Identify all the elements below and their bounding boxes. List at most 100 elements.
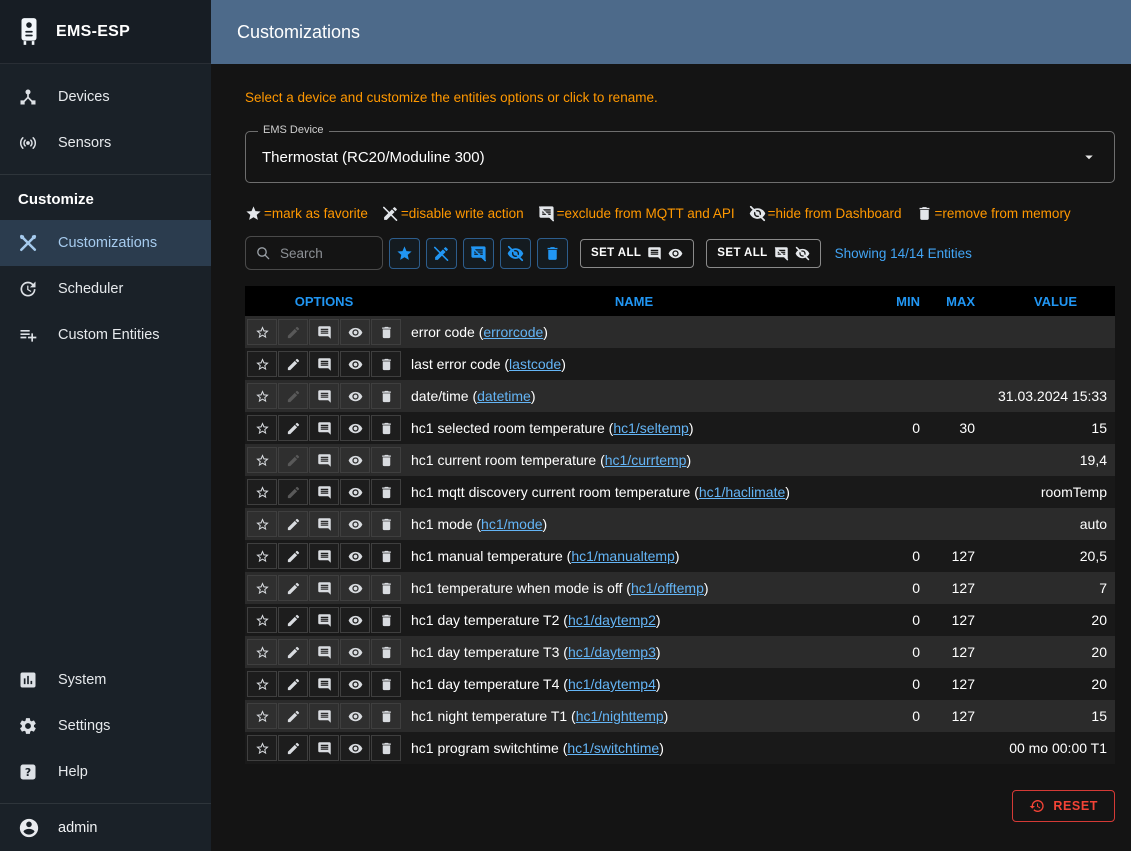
mqtt-exclude-button[interactable]	[309, 607, 339, 633]
entity-shortname-link[interactable]: hc1/switchtime	[567, 740, 659, 756]
filter-exclude-mqtt-button[interactable]	[463, 238, 494, 269]
mqtt-exclude-button[interactable]	[309, 319, 339, 345]
entity-shortname-link[interactable]: hc1/daytemp2	[568, 612, 656, 628]
favorite-button[interactable]	[247, 415, 277, 441]
entity-name[interactable]: date/time (datetime)	[403, 388, 865, 404]
entity-name[interactable]: hc1 day temperature T4 (hc1/daytemp4)	[403, 676, 865, 692]
entity-shortname-link[interactable]: hc1/currtemp	[605, 452, 687, 468]
edit-icon-button[interactable]	[278, 671, 308, 697]
mqtt-exclude-button[interactable]	[309, 383, 339, 409]
delete-button[interactable]	[371, 415, 401, 441]
visibility-button[interactable]	[340, 479, 370, 505]
sidebar-item-scheduler[interactable]: Scheduler	[0, 266, 211, 312]
visibility-button[interactable]	[340, 383, 370, 409]
sidebar-item-help[interactable]: Help	[0, 749, 211, 795]
mqtt-exclude-button[interactable]	[309, 639, 339, 665]
entity-shortname-link[interactable]: hc1/mode	[481, 516, 542, 532]
filter-remove-memory-button[interactable]	[537, 238, 568, 269]
mqtt-exclude-button[interactable]	[309, 351, 339, 377]
visibility-button[interactable]	[340, 351, 370, 377]
entity-shortname-link[interactable]: hc1/seltemp	[613, 420, 688, 436]
entity-shortname-link[interactable]: lastcode	[509, 356, 561, 372]
delete-button[interactable]	[371, 671, 401, 697]
sidebar-item-system[interactable]: System	[0, 657, 211, 703]
sidebar-user-admin[interactable]: admin	[0, 803, 211, 851]
mqtt-exclude-button[interactable]	[309, 415, 339, 441]
visibility-button[interactable]	[340, 543, 370, 569]
edit-icon-button[interactable]	[278, 447, 308, 473]
entity-name[interactable]: hc1 manual temperature (hc1/manualtemp)	[403, 548, 865, 564]
entity-shortname-link[interactable]: hc1/haclimate	[699, 484, 785, 500]
edit-icon-button[interactable]	[278, 703, 308, 729]
entity-name[interactable]: hc1 mode (hc1/mode)	[403, 516, 865, 532]
sidebar-item-sensors[interactable]: Sensors	[0, 120, 211, 166]
filter-disable-write-button[interactable]	[426, 238, 457, 269]
edit-icon-button[interactable]	[278, 383, 308, 409]
entity-shortname-link[interactable]: hc1/daytemp4	[568, 676, 656, 692]
visibility-button[interactable]	[340, 607, 370, 633]
favorite-button[interactable]	[247, 511, 277, 537]
mqtt-exclude-button[interactable]	[309, 511, 339, 537]
delete-button[interactable]	[371, 479, 401, 505]
set-all-hide-button[interactable]: SET ALL	[706, 239, 820, 268]
favorite-button[interactable]	[247, 575, 277, 601]
entity-name[interactable]: hc1 selected room temperature (hc1/selte…	[403, 420, 865, 436]
favorite-button[interactable]	[247, 319, 277, 345]
delete-button[interactable]	[371, 447, 401, 473]
delete-button[interactable]	[371, 735, 401, 761]
entity-name[interactable]: hc1 current room temperature (hc1/currte…	[403, 452, 865, 468]
entity-name[interactable]: hc1 temperature when mode is off (hc1/of…	[403, 580, 865, 596]
favorite-button[interactable]	[247, 639, 277, 665]
entity-name[interactable]: hc1 night temperature T1 (hc1/nighttemp)	[403, 708, 865, 724]
delete-button[interactable]	[371, 351, 401, 377]
entity-shortname-link[interactable]: hc1/offtemp	[631, 580, 704, 596]
delete-button[interactable]	[371, 703, 401, 729]
sidebar-item-customizations[interactable]: Customizations	[0, 220, 211, 266]
entity-name[interactable]: hc1 mqtt discovery current room temperat…	[403, 484, 865, 500]
entity-shortname-link[interactable]: datetime	[477, 388, 531, 404]
edit-icon-button[interactable]	[278, 543, 308, 569]
edit-icon-button[interactable]	[278, 351, 308, 377]
entity-shortname-link[interactable]: hc1/nighttemp	[576, 708, 664, 724]
favorite-button[interactable]	[247, 351, 277, 377]
visibility-button[interactable]	[340, 447, 370, 473]
delete-button[interactable]	[371, 511, 401, 537]
mqtt-exclude-button[interactable]	[309, 543, 339, 569]
visibility-button[interactable]	[340, 415, 370, 441]
filter-favorite-button[interactable]	[389, 238, 420, 269]
visibility-button[interactable]	[340, 511, 370, 537]
entity-name[interactable]: last error code (lastcode)	[403, 356, 865, 372]
favorite-button[interactable]	[247, 607, 277, 633]
favorite-button[interactable]	[247, 447, 277, 473]
favorite-button[interactable]	[247, 703, 277, 729]
sidebar-item-custom-entities[interactable]: Custom Entities	[0, 312, 211, 358]
favorite-button[interactable]	[247, 383, 277, 409]
edit-icon-button[interactable]	[278, 639, 308, 665]
edit-icon-button[interactable]	[278, 575, 308, 601]
visibility-button[interactable]	[340, 671, 370, 697]
entity-shortname-link[interactable]: hc1/daytemp3	[568, 644, 656, 660]
filter-hide-dashboard-button[interactable]	[500, 238, 531, 269]
entity-name[interactable]: hc1 day temperature T3 (hc1/daytemp3)	[403, 644, 865, 660]
edit-icon-button[interactable]	[278, 511, 308, 537]
delete-button[interactable]	[371, 607, 401, 633]
edit-icon-button[interactable]	[278, 607, 308, 633]
edit-icon-button[interactable]	[278, 319, 308, 345]
sidebar-item-settings[interactable]: Settings	[0, 703, 211, 749]
mqtt-exclude-button[interactable]	[309, 671, 339, 697]
visibility-button[interactable]	[340, 319, 370, 345]
mqtt-exclude-button[interactable]	[309, 735, 339, 761]
reset-button[interactable]: RESET	[1012, 790, 1115, 822]
entity-name[interactable]: error code (errorcode)	[403, 324, 865, 340]
sidebar-item-devices[interactable]: Devices	[0, 74, 211, 120]
delete-button[interactable]	[371, 383, 401, 409]
visibility-button[interactable]	[340, 575, 370, 601]
edit-icon-button[interactable]	[278, 415, 308, 441]
delete-button[interactable]	[371, 543, 401, 569]
entity-shortname-link[interactable]: hc1/manualtemp	[571, 548, 675, 564]
entity-name[interactable]: hc1 day temperature T2 (hc1/daytemp2)	[403, 612, 865, 628]
edit-icon-button[interactable]	[278, 479, 308, 505]
entity-name[interactable]: hc1 program switchtime (hc1/switchtime)	[403, 740, 865, 756]
entity-shortname-link[interactable]: errorcode	[483, 324, 543, 340]
mqtt-exclude-button[interactable]	[309, 703, 339, 729]
